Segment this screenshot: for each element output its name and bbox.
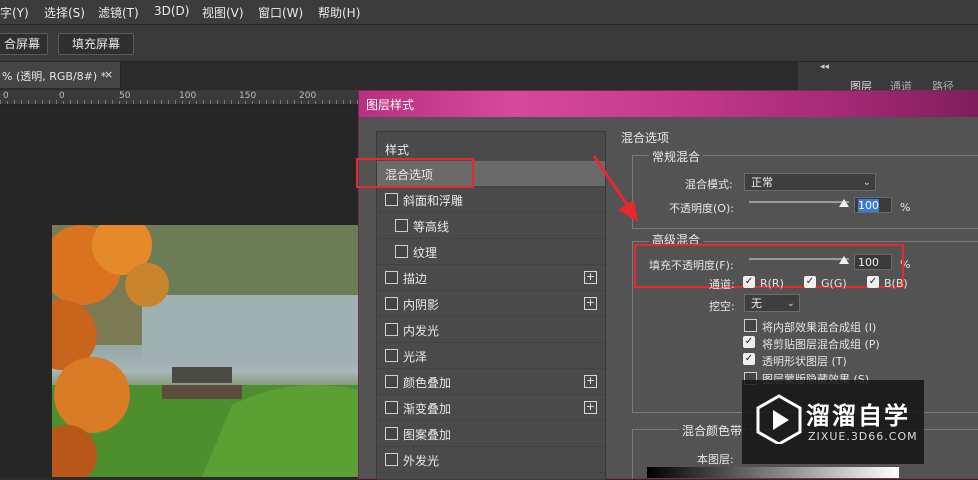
canvas-image xyxy=(52,225,360,477)
blend-interior-checkbox[interactable] xyxy=(744,319,757,332)
menu-view[interactable]: 视图(V) xyxy=(202,4,244,21)
opacity-label: 不透明度(O): xyxy=(669,202,734,215)
chevron-down-icon: ⌄ xyxy=(862,177,871,188)
layers-panel-tabs: ◂◂ 图层 通道 路径 xyxy=(798,62,978,93)
document-tab[interactable]: % (透明, RGB/8#) * × xyxy=(0,62,121,88)
style-item-color-overlay[interactable]: 颜色叠加 + xyxy=(377,369,605,395)
menu-type[interactable]: 字(Y) xyxy=(0,4,29,21)
checkbox[interactable] xyxy=(395,219,408,232)
this-layer-label: 本图层: xyxy=(697,453,734,466)
knockout-label: 挖空: xyxy=(709,300,735,313)
blend-interior-label: 将内部效果混合成组 (I) xyxy=(762,321,877,334)
channel-r-label: R(R) xyxy=(760,277,784,290)
opacity-slider[interactable] xyxy=(749,201,849,203)
blend-mode-select[interactable]: 正常 ⌄ xyxy=(744,173,876,191)
dialog-titlebar[interactable]: 图层样式 xyxy=(359,91,978,117)
play-logo-icon xyxy=(756,394,802,444)
autumn-lake-image xyxy=(52,225,360,477)
opacity-slider-thumb[interactable] xyxy=(839,199,849,207)
checkbox[interactable] xyxy=(385,375,398,388)
transparency-shapes-checkbox[interactable]: ✓ xyxy=(743,353,755,365)
fill-screen-button[interactable]: 填充屏幕 xyxy=(58,33,134,55)
this-layer-gradient-slider[interactable] xyxy=(647,467,899,478)
watermark-name: 溜溜自学 xyxy=(806,402,910,430)
menu-3d[interactable]: 3D(D) xyxy=(154,4,189,18)
checkbox[interactable] xyxy=(385,323,398,336)
channels-label: 通道: xyxy=(709,278,735,291)
checkbox[interactable] xyxy=(385,297,398,310)
transparency-shapes-label: 透明形状图层 (T) xyxy=(762,355,847,368)
red-arrow-icon xyxy=(592,155,638,222)
style-item-satin[interactable]: 光泽 xyxy=(377,343,605,369)
style-item-stroke[interactable]: 描边 + xyxy=(377,265,605,291)
watermark: 溜溜自学 ZIXUE.3D66.COM xyxy=(742,380,924,464)
horizontal-ruler: 0 0 50 100 150 200 xyxy=(0,90,360,105)
channel-g-label: G(G) xyxy=(821,277,847,290)
add-icon[interactable]: + xyxy=(584,401,597,414)
menu-window[interactable]: 窗口(W) xyxy=(258,4,303,21)
checkbox[interactable] xyxy=(385,427,398,440)
add-icon[interactable]: + xyxy=(584,271,597,284)
ruler-label: 0 xyxy=(2,91,10,101)
channel-g-checkbox[interactable]: ✓ xyxy=(804,276,816,288)
style-item-outer-glow[interactable]: 外发光 xyxy=(377,447,605,473)
ruler-label: 100 xyxy=(178,91,198,101)
menu-select[interactable]: 选择(S) xyxy=(44,4,85,21)
fit-screen-button[interactable]: 合屏幕 xyxy=(0,33,48,55)
checkbox[interactable] xyxy=(385,271,398,284)
style-item-inner-glow[interactable]: 内发光 xyxy=(377,317,605,343)
channel-r-checkbox[interactable]: ✓ xyxy=(743,276,755,288)
general-blending-group xyxy=(632,155,978,229)
blending-options-title: 混合选项 xyxy=(621,131,670,145)
general-blending-title: 常规混合 xyxy=(649,148,704,165)
ruler-label: 150 xyxy=(238,91,258,101)
blend-mode-label: 混合模式: xyxy=(685,178,733,191)
ruler-label: 200 xyxy=(298,91,318,101)
watermark-url: ZIXUE.3D66.COM xyxy=(808,430,918,443)
dialog-title: 图层样式 xyxy=(366,98,415,112)
collapse-icon[interactable]: ◂◂ xyxy=(820,62,829,72)
channel-b-label: B(B) xyxy=(884,277,908,290)
document-tab-label: % (透明, RGB/8#) * xyxy=(2,70,107,83)
style-item-inner-shadow[interactable]: 内阴影 + xyxy=(377,291,605,317)
knockout-select[interactable]: 无 ⌄ xyxy=(744,294,800,312)
menu-help[interactable]: 帮助(H) xyxy=(318,4,360,21)
blend-clipped-label: 将剪贴图层混合成组 (P) xyxy=(762,338,880,351)
checkbox[interactable] xyxy=(395,245,408,258)
style-item-contour[interactable]: 等高线 xyxy=(377,213,605,239)
highlight-box xyxy=(356,158,474,188)
ruler-label: 0 xyxy=(58,91,66,101)
style-item-bevel-emboss[interactable]: 斜面和浮雕 xyxy=(377,187,605,213)
checkbox[interactable] xyxy=(385,193,398,206)
checkbox[interactable] xyxy=(385,349,398,362)
ruler-label: 50 xyxy=(118,91,132,101)
channel-b-checkbox[interactable]: ✓ xyxy=(867,276,879,288)
style-item-texture[interactable]: 纹理 xyxy=(377,239,605,265)
add-icon[interactable]: + xyxy=(584,297,597,310)
menu-filter[interactable]: 滤镜(T) xyxy=(98,4,139,21)
style-item-gradient-overlay[interactable]: 渐变叠加 + xyxy=(377,395,605,421)
blend-clipped-checkbox[interactable]: ✓ xyxy=(743,336,755,348)
style-item-pattern-overlay[interactable]: 图案叠加 xyxy=(377,421,605,447)
chevron-down-icon: ⌄ xyxy=(786,298,795,309)
options-bar: 合屏幕 填充屏幕 xyxy=(0,25,978,62)
add-icon[interactable]: + xyxy=(584,375,597,388)
checkbox[interactable] xyxy=(385,453,398,466)
blend-if-label: 混合颜色带: xyxy=(679,422,750,439)
menu-bar: 字(Y) 选择(S) 滤镜(T) 3D(D) 视图(V) 窗口(W) 帮助(H) xyxy=(0,0,978,25)
opacity-percent: % xyxy=(900,201,911,214)
checkbox[interactable] xyxy=(385,401,398,414)
close-icon[interactable]: × xyxy=(104,68,113,81)
opacity-input[interactable]: 100 xyxy=(854,197,892,213)
